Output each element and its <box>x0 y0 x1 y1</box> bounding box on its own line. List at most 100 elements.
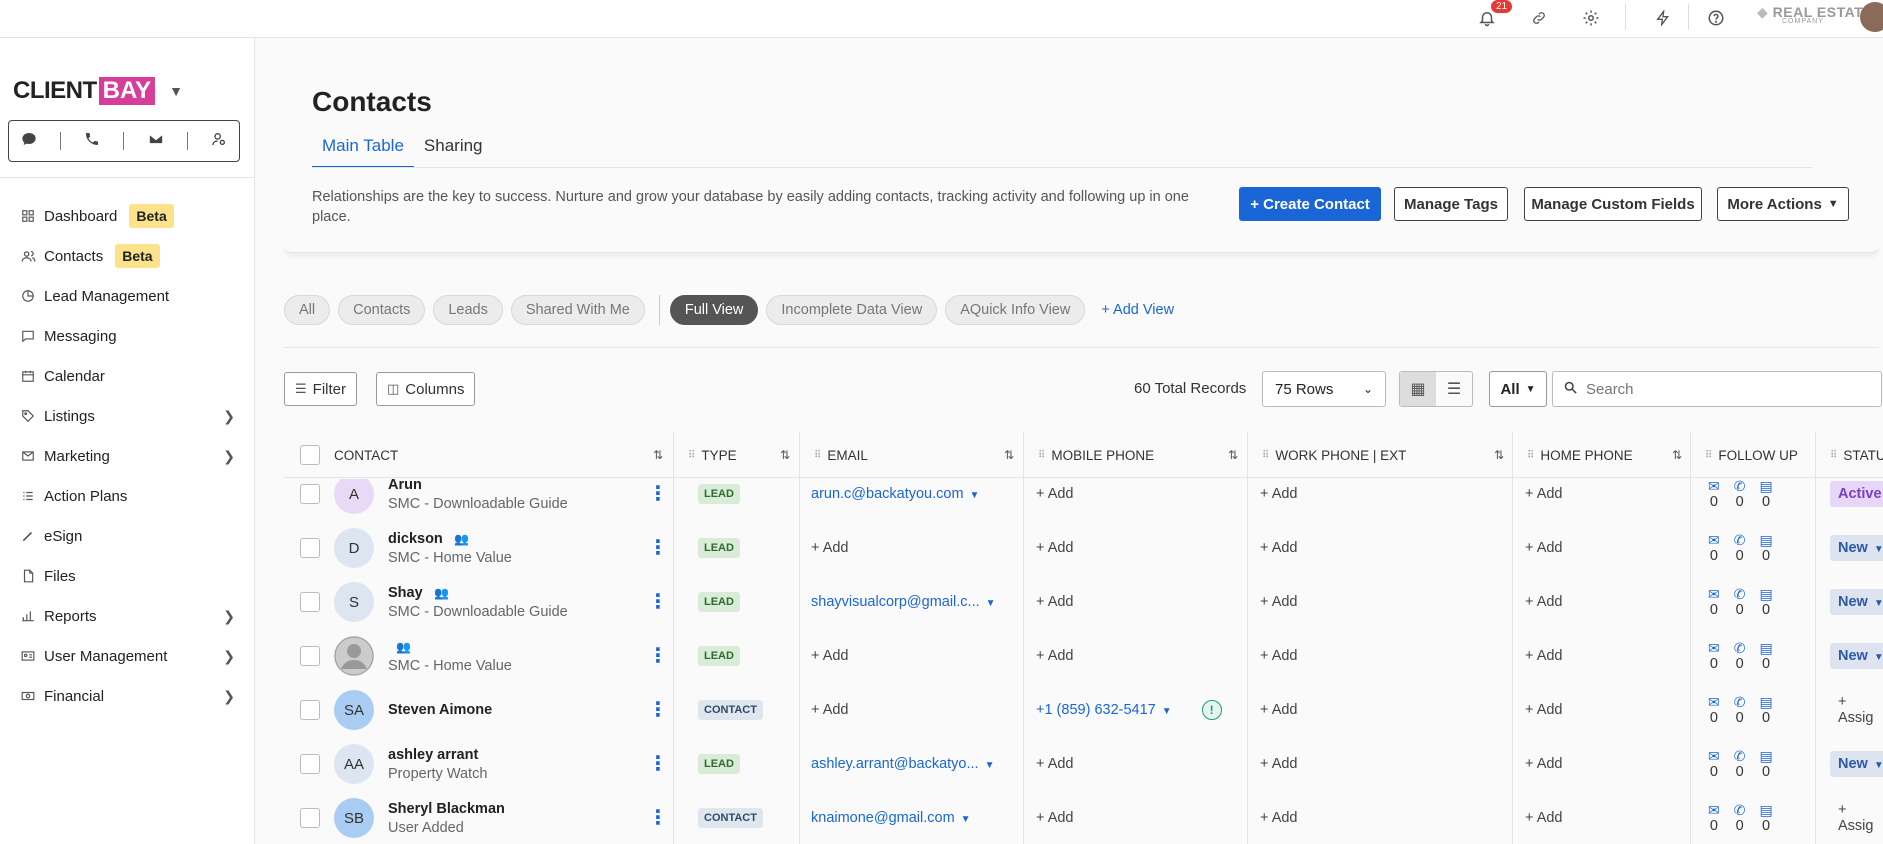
phone-icon[interactable]: ✆ <box>1734 694 1746 710</box>
chat-icon[interactable]: ▤ <box>1759 802 1772 818</box>
email-link[interactable]: arun.c@backatyou.com ▼ <box>811 486 979 502</box>
phone-icon[interactable]: ✆ <box>1734 748 1746 764</box>
manage-tags-button[interactable]: Manage Tags <box>1394 187 1508 221</box>
contact-name[interactable]: Steven Aimone <box>388 702 492 718</box>
status-badge[interactable]: New ▼ <box>1830 643 1883 669</box>
row-actions-kebab-icon[interactable]: ⋮ <box>648 683 668 737</box>
status-badge[interactable]: Active <box>1830 481 1883 507</box>
scope-select[interactable]: All ▼ <box>1489 371 1547 407</box>
user-settings-icon[interactable] <box>211 131 227 152</box>
sort-icon[interactable]: ⇅ <box>1004 448 1014 462</box>
rows-per-page-select[interactable]: 75 Rows ⌄ <box>1262 371 1386 407</box>
sort-icon[interactable]: ⇅ <box>780 448 790 462</box>
row-checkbox[interactable] <box>300 754 320 774</box>
view-chip-all[interactable]: All <box>284 295 331 325</box>
contact-name[interactable]: Shay 👥 <box>388 585 568 601</box>
add-work-phone-button[interactable]: + Add <box>1260 594 1298 610</box>
chevron-right-icon[interactable]: ❯ <box>223 408 235 425</box>
chat-icon[interactable]: ▤ <box>1759 586 1772 602</box>
caret-down-icon[interactable]: ▼ <box>970 490 980 501</box>
caret-down-icon[interactable]: ▼ <box>961 814 971 825</box>
chevron-right-icon[interactable]: ❯ <box>223 608 235 625</box>
user-avatar[interactable] <box>1860 2 1883 32</box>
phone-icon[interactable]: ✆ <box>1734 532 1746 548</box>
view-chip-leads[interactable]: Leads <box>433 295 503 325</box>
sort-icon[interactable]: ⇅ <box>1672 448 1682 462</box>
add-email-button[interactable]: + Add <box>811 540 849 556</box>
email-link[interactable]: ashley.arrant@backatyo... ▼ <box>811 756 995 772</box>
mail-icon[interactable]: ✉ <box>1708 640 1720 656</box>
sidebar-item-user-management[interactable]: User Management ❯ <box>0 636 255 676</box>
mail-icon[interactable]: ✉ <box>1708 748 1720 764</box>
add-home-phone-button[interactable]: + Add <box>1525 594 1563 610</box>
chat-icon[interactable]: ▤ <box>1759 694 1772 710</box>
mail-icon[interactable]: ✉ <box>1708 802 1720 818</box>
row-checkbox[interactable] <box>300 538 320 558</box>
create-contact-button[interactable]: + Create Contact <box>1239 187 1381 221</box>
sidebar-item-contacts[interactable]: Contacts Beta <box>0 236 255 276</box>
caret-down-icon[interactable]: ▼ <box>1162 706 1172 717</box>
mail-icon[interactable]: ✉ <box>1708 586 1720 602</box>
column-header-follow-up[interactable]: ⠿ Follow Up <box>1705 432 1817 478</box>
link-icon[interactable] <box>1526 5 1552 31</box>
sidebar-item-esign[interactable]: eSign <box>0 516 255 556</box>
contact-name[interactable]: 👥 <box>388 639 512 655</box>
chevron-right-icon[interactable]: ❯ <box>223 648 235 665</box>
add-mobile-phone-button[interactable]: + Add <box>1036 648 1074 664</box>
filter-button[interactable]: ☰ Filter <box>284 372 357 406</box>
add-work-phone-button[interactable]: + Add <box>1260 648 1298 664</box>
columns-button[interactable]: ◫ Columns <box>376 372 476 406</box>
chat-icon[interactable]: ▤ <box>1759 479 1772 494</box>
tab-main-table[interactable]: Main Table <box>312 136 414 168</box>
row-actions-kebab-icon[interactable]: ⋮ <box>648 791 668 844</box>
sidebar-item-lead-management[interactable]: Lead Management <box>0 276 255 316</box>
column-header-mobile-phone[interactable]: ⠿ Mobile Phone ⇅ <box>1038 432 1248 478</box>
contact-name[interactable]: Arun <box>388 479 568 493</box>
add-home-phone-button[interactable]: + Add <box>1525 702 1563 718</box>
column-header-home-phone[interactable]: ⠿ Home Phone ⇅ <box>1527 432 1692 478</box>
status-badge[interactable]: New ▼ <box>1830 535 1883 561</box>
add-mobile-phone-button[interactable]: + Add <box>1036 540 1074 556</box>
search-input[interactable] <box>1586 380 1866 398</box>
sidebar-item-listings[interactable]: Listings ❯ <box>0 396 255 436</box>
chat-icon[interactable]: ▤ <box>1759 748 1772 764</box>
sidebar-item-financial[interactable]: Financial ❯ <box>0 676 255 716</box>
manage-custom-fields-button[interactable]: Manage Custom Fields <box>1524 187 1702 221</box>
clientbay-logo[interactable]: CLIENT BAY ▼ <box>13 75 183 107</box>
add-home-phone-button[interactable]: + Add <box>1525 486 1563 502</box>
sidebar-item-dashboard[interactable]: Dashboard Beta <box>0 196 255 236</box>
chevron-down-icon[interactable]: ▼ <box>169 83 183 99</box>
phone-icon[interactable] <box>84 131 100 152</box>
lightning-icon[interactable] <box>1650 5 1676 31</box>
mail-icon[interactable]: ✉ <box>1708 694 1720 710</box>
row-actions-kebab-icon[interactable]: ⋮ <box>648 575 668 629</box>
view-chip-full-view[interactable]: Full View <box>669 295 759 325</box>
view-chip-shared[interactable]: Shared With Me <box>510 295 645 325</box>
add-work-phone-button[interactable]: + Add <box>1260 486 1298 502</box>
sidebar-item-files[interactable]: Files <box>0 556 255 596</box>
mobile-phone-link[interactable]: +1 (859) 632-5417 ▼ <box>1036 702 1172 718</box>
row-checkbox[interactable] <box>300 484 320 504</box>
row-checkbox[interactable] <box>300 808 320 828</box>
add-home-phone-button[interactable]: + Add <box>1525 756 1563 772</box>
assign-status-button[interactable]: + Assig <box>1830 689 1883 731</box>
row-checkbox[interactable] <box>300 700 320 720</box>
sort-icon[interactable]: ⇅ <box>1494 448 1504 462</box>
mail-icon[interactable]: ✉ <box>1708 532 1720 548</box>
row-actions-kebab-icon[interactable]: ⋮ <box>648 629 668 683</box>
mail-icon[interactable] <box>148 131 164 152</box>
phone-icon[interactable]: ✆ <box>1734 802 1746 818</box>
add-home-phone-button[interactable]: + Add <box>1525 540 1563 556</box>
sidebar-item-action-plans[interactable]: Action Plans <box>0 476 255 516</box>
view-chip-contacts[interactable]: Contacts <box>338 295 426 325</box>
mail-icon[interactable]: ✉ <box>1708 479 1720 494</box>
view-chip-incomplete[interactable]: Incomplete Data View <box>766 295 938 325</box>
sort-icon[interactable]: ⇅ <box>1228 448 1238 462</box>
caret-down-icon[interactable]: ▼ <box>985 760 995 771</box>
more-actions-button[interactable]: More Actions ▼ <box>1717 187 1849 221</box>
add-work-phone-button[interactable]: + Add <box>1260 810 1298 826</box>
row-checkbox[interactable] <box>300 646 320 666</box>
chat-icon[interactable]: ▤ <box>1759 640 1772 656</box>
add-mobile-phone-button[interactable]: + Add <box>1036 756 1074 772</box>
list-view-icon[interactable]: ☰ <box>1436 372 1472 406</box>
